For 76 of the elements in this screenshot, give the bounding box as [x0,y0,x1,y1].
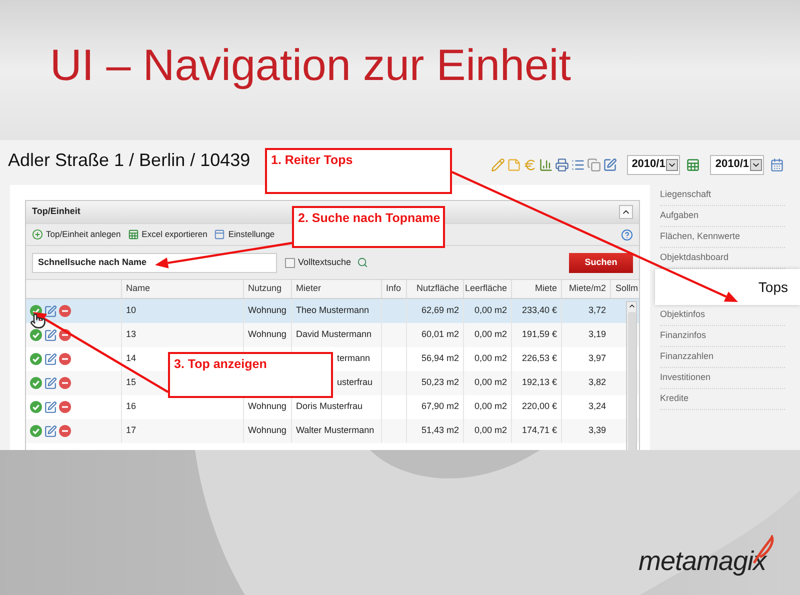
table-cell: Walter Mustermann [291,419,381,443]
edit-icon[interactable] [44,328,57,342]
edit-icon[interactable] [44,376,57,390]
add-icon [32,229,43,240]
sidebar-item[interactable]: Finanzinfos [660,326,785,347]
annotation-tooltip: 1. Reiter Tops [265,148,452,194]
table-cell: 174,71 € [511,419,561,443]
sidebar-item[interactable]: Kredite [660,389,785,410]
breadcrumb: Adler Straße 1 / Berlin / 10439 [8,149,250,172]
column-header[interactable]: Sollm [610,280,639,298]
table-cell: 17 [121,419,243,443]
edit-icon[interactable] [44,424,57,438]
euro-icon[interactable] [522,158,537,172]
annotation-tooltip: 2. Suche nach Topname [292,206,445,248]
fulltext-checkbox[interactable] [285,258,295,268]
search-field[interactable]: Schnellsuche nach Name [32,252,277,272]
help-icon[interactable] [621,228,633,240]
fulltext-label: Volltextsuche [298,256,352,269]
delete-icon[interactable] [59,353,71,365]
column-header[interactable]: Nutzfläche [406,280,463,298]
table-cell: 0,00 m2 [463,419,511,443]
column-header[interactable]: Miete/m2 [561,280,610,298]
collapse-button[interactable] [619,205,633,219]
edit-icon[interactable] [44,400,57,414]
column-header[interactable]: Name [121,280,243,298]
toolbar-button[interactable]: Excel exportieren [128,228,208,241]
printer-icon[interactable] [554,158,569,172]
sidebar-tab[interactable]: Tops [655,269,800,305]
column-header[interactable]: Miete [511,280,561,298]
table-row[interactable]: 13 Wohnung David Mustermann 60,01 m2 0,00 m2 191,59 € 3,19 [26,323,639,347]
spreadsheet-icon[interactable] [686,158,700,172]
toolbar-button[interactable]: Top/Einheit anlegen [32,228,121,241]
edit-icon[interactable] [44,304,57,318]
date-select[interactable]: 2010/1 [626,154,680,174]
table-row[interactable]: 10 Wohnung Theo Mustermann 62,69 m2 0,00 m2 233,40 € 3,72 [26,299,639,323]
table-cell: Wohnung [243,419,291,443]
slide-title: UI – Navigation zur Einheit [50,44,571,88]
calendar-icon[interactable] [770,158,784,172]
logo: metamagix [638,546,766,576]
sidebar-item[interactable]: Liegenschaft [660,185,785,206]
sidebar-item[interactable]: Finanzzahlen [660,347,785,368]
column-header[interactable]: Leerfläche [463,280,511,298]
dropdown-icon [666,158,678,170]
delete-icon[interactable] [59,329,71,341]
sidebar-item[interactable]: Aufgaben [660,206,785,227]
search-icon[interactable] [357,257,368,268]
table-cell: 51,43 m2 [406,419,463,443]
table-row[interactable]: 17 Wohnung Walter Mustermann 51,43 m2 0,00 m2 174,71 € 3,39 [26,419,639,443]
sidebar-item[interactable]: Flächen, Kennwerte [660,227,785,248]
scroll-up-icon[interactable] [628,302,636,310]
list-icon[interactable] [570,158,585,172]
delete-icon[interactable] [59,377,71,389]
search-button[interactable]: Suchen [569,252,633,272]
delete-icon[interactable] [59,425,71,437]
annotation-tooltip: 3. Top anzeigen [168,352,333,398]
sidebar-item[interactable]: Investitionen [660,368,785,389]
scrollbar[interactable] [626,301,637,450]
sidebar-item[interactable]: Objektinfos [660,305,785,326]
pencil-icon[interactable] [490,158,505,172]
copy-icon[interactable] [586,158,601,172]
toolbar-button[interactable]: Einstellunge [214,228,275,241]
edit-icon[interactable] [602,158,617,172]
spreadsheet-icon [128,229,139,240]
hand-cursor-icon [30,313,46,329]
panel-title: Top/Einheit [32,205,80,218]
edit-icon[interactable] [44,352,57,366]
chart-icon[interactable] [538,158,553,172]
column-header[interactable]: Nutzung [243,280,291,298]
delete-icon[interactable] [59,401,71,413]
table-cell: 3,39 [561,419,610,443]
delete-icon[interactable] [59,305,71,317]
column-header[interactable]: Mieter [291,280,381,298]
column-header[interactable]: Info [381,280,406,298]
date-select[interactable]: 2010/1 [710,154,764,174]
window-icon [214,229,226,240]
dropdown-icon [750,158,762,170]
